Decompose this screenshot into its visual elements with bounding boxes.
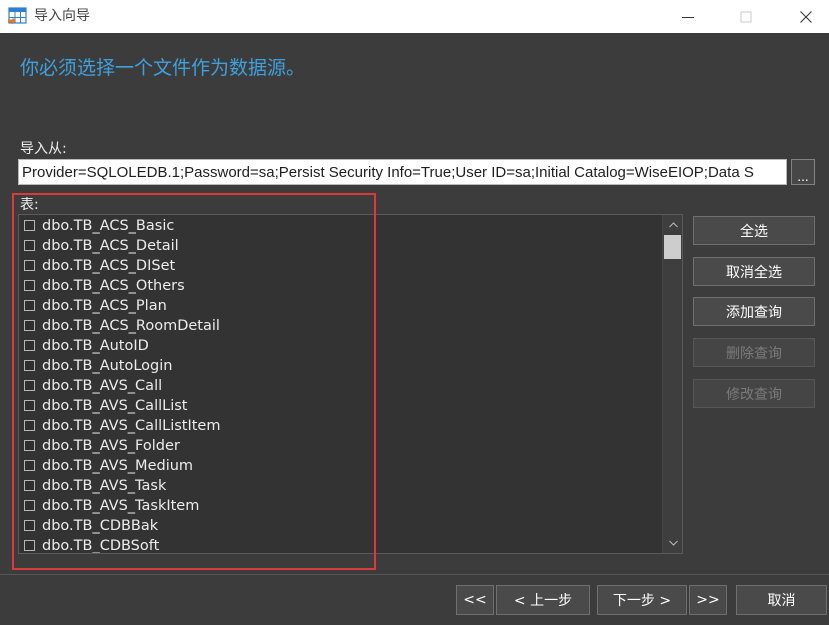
page-heading: 你必须选择一个文件作为数据源。 bbox=[20, 57, 306, 79]
table-row[interactable]: dbo.TB_AVS_Folder bbox=[19, 436, 662, 456]
table-row[interactable]: dbo.TB_AVS_Call bbox=[19, 376, 662, 396]
table-name: dbo.TB_AutoLogin bbox=[42, 358, 173, 374]
select-all-button[interactable]: 全选 bbox=[693, 216, 815, 245]
vertical-scrollbar[interactable] bbox=[662, 215, 682, 553]
table-name: dbo.TB_AVS_Task bbox=[42, 478, 167, 494]
maximize-icon bbox=[740, 11, 752, 23]
table-checkbox[interactable] bbox=[24, 520, 35, 531]
minimize-icon bbox=[682, 11, 694, 23]
table-list[interactable]: dbo.TB_ACS_Basic dbo.TB_ACS_Detail dbo.T… bbox=[18, 214, 683, 554]
footer-divider bbox=[0, 574, 829, 575]
scroll-down-icon[interactable] bbox=[663, 533, 682, 553]
edit-query-button[interactable]: 修改查询 bbox=[693, 379, 815, 408]
table-import-icon bbox=[8, 7, 27, 25]
table-row[interactable]: dbo.TB_AVS_TaskItem bbox=[19, 496, 662, 516]
table-row[interactable]: dbo.TB_AutoID bbox=[19, 336, 662, 356]
deselect-all-button[interactable]: 取消全选 bbox=[693, 257, 815, 286]
table-checkbox[interactable] bbox=[24, 460, 35, 471]
table-checkbox[interactable] bbox=[24, 340, 35, 351]
back-button[interactable]: < 上一步 bbox=[496, 585, 590, 615]
table-checkbox[interactable] bbox=[24, 320, 35, 331]
table-row[interactable]: dbo.TB_AVS_CallListItem bbox=[19, 416, 662, 436]
table-checkbox[interactable] bbox=[24, 280, 35, 291]
table-row[interactable]: dbo.TB_ACS_RoomDetail bbox=[19, 316, 662, 336]
table-row[interactable]: dbo.TB_ACS_Plan bbox=[19, 296, 662, 316]
table-checkbox[interactable] bbox=[24, 400, 35, 411]
table-checkbox[interactable] bbox=[24, 500, 35, 511]
connection-string-input[interactable] bbox=[18, 159, 787, 185]
table-name: dbo.TB_CDBSoft bbox=[42, 538, 160, 554]
table-row[interactable]: dbo.TB_AutoLogin bbox=[19, 356, 662, 376]
table-rows: dbo.TB_ACS_Basic dbo.TB_ACS_Detail dbo.T… bbox=[19, 216, 662, 554]
table-name: dbo.TB_AVS_CallList bbox=[42, 398, 188, 414]
first-step-button[interactable]: << bbox=[456, 585, 494, 615]
table-name: dbo.TB_ACS_Others bbox=[42, 278, 185, 294]
table-row[interactable]: dbo.TB_AVS_CallList bbox=[19, 396, 662, 416]
table-checkbox[interactable] bbox=[24, 420, 35, 431]
table-row[interactable]: dbo.TB_CDBBak bbox=[19, 516, 662, 536]
table-checkbox[interactable] bbox=[24, 380, 35, 391]
table-row[interactable]: dbo.TB_CDBSoft bbox=[19, 536, 662, 554]
scroll-thumb[interactable] bbox=[664, 235, 681, 259]
scroll-up-icon[interactable] bbox=[663, 215, 682, 235]
table-checkbox[interactable] bbox=[24, 300, 35, 311]
table-name: dbo.TB_ACS_Plan bbox=[42, 298, 167, 314]
table-name: dbo.TB_AVS_Call bbox=[42, 378, 163, 394]
table-checkbox[interactable] bbox=[24, 440, 35, 451]
tables-label: 表: bbox=[20, 197, 39, 213]
minimize-button[interactable] bbox=[665, 0, 711, 33]
table-name: dbo.TB_AVS_TaskItem bbox=[42, 498, 200, 514]
table-name: dbo.TB_AVS_Folder bbox=[42, 438, 180, 454]
table-name: dbo.TB_AVS_CallListItem bbox=[42, 418, 221, 434]
table-row[interactable]: dbo.TB_ACS_DISet bbox=[19, 256, 662, 276]
table-name: dbo.TB_ACS_DISet bbox=[42, 258, 176, 274]
cancel-button[interactable]: 取消 bbox=[736, 585, 827, 615]
add-query-button[interactable]: 添加查询 bbox=[693, 297, 815, 326]
table-checkbox[interactable] bbox=[24, 540, 35, 551]
source-label: 导入从: bbox=[20, 141, 67, 157]
table-name: dbo.TB_ACS_Basic bbox=[42, 218, 175, 234]
table-row[interactable]: dbo.TB_ACS_Others bbox=[19, 276, 662, 296]
table-row[interactable]: dbo.TB_AVS_Task bbox=[19, 476, 662, 496]
table-name: dbo.TB_AutoID bbox=[42, 338, 149, 354]
table-checkbox[interactable] bbox=[24, 480, 35, 491]
table-row[interactable]: dbo.TB_ACS_Basic bbox=[19, 216, 662, 236]
table-checkbox[interactable] bbox=[24, 240, 35, 251]
table-row[interactable]: dbo.TB_ACS_Detail bbox=[19, 236, 662, 256]
table-checkbox[interactable] bbox=[24, 260, 35, 271]
close-button[interactable] bbox=[783, 0, 829, 33]
table-checkbox[interactable] bbox=[24, 220, 35, 231]
last-step-button[interactable]: >> bbox=[689, 585, 727, 615]
next-button[interactable]: 下一步 > bbox=[597, 585, 687, 615]
table-name: dbo.TB_CDBBak bbox=[42, 518, 159, 534]
table-checkbox[interactable] bbox=[24, 360, 35, 371]
browse-button[interactable]: ... bbox=[791, 159, 815, 185]
table-name: dbo.TB_ACS_Detail bbox=[42, 238, 179, 254]
table-name: dbo.TB_ACS_RoomDetail bbox=[42, 318, 220, 334]
delete-query-button[interactable]: 删除查询 bbox=[693, 338, 815, 367]
maximize-button[interactable] bbox=[723, 0, 769, 33]
title-bar: 导入向导 bbox=[0, 0, 829, 33]
table-row[interactable]: dbo.TB_AVS_Medium bbox=[19, 456, 662, 476]
close-icon bbox=[800, 10, 812, 23]
window-title: 导入向导 bbox=[34, 8, 90, 24]
table-name: dbo.TB_AVS_Medium bbox=[42, 458, 194, 474]
